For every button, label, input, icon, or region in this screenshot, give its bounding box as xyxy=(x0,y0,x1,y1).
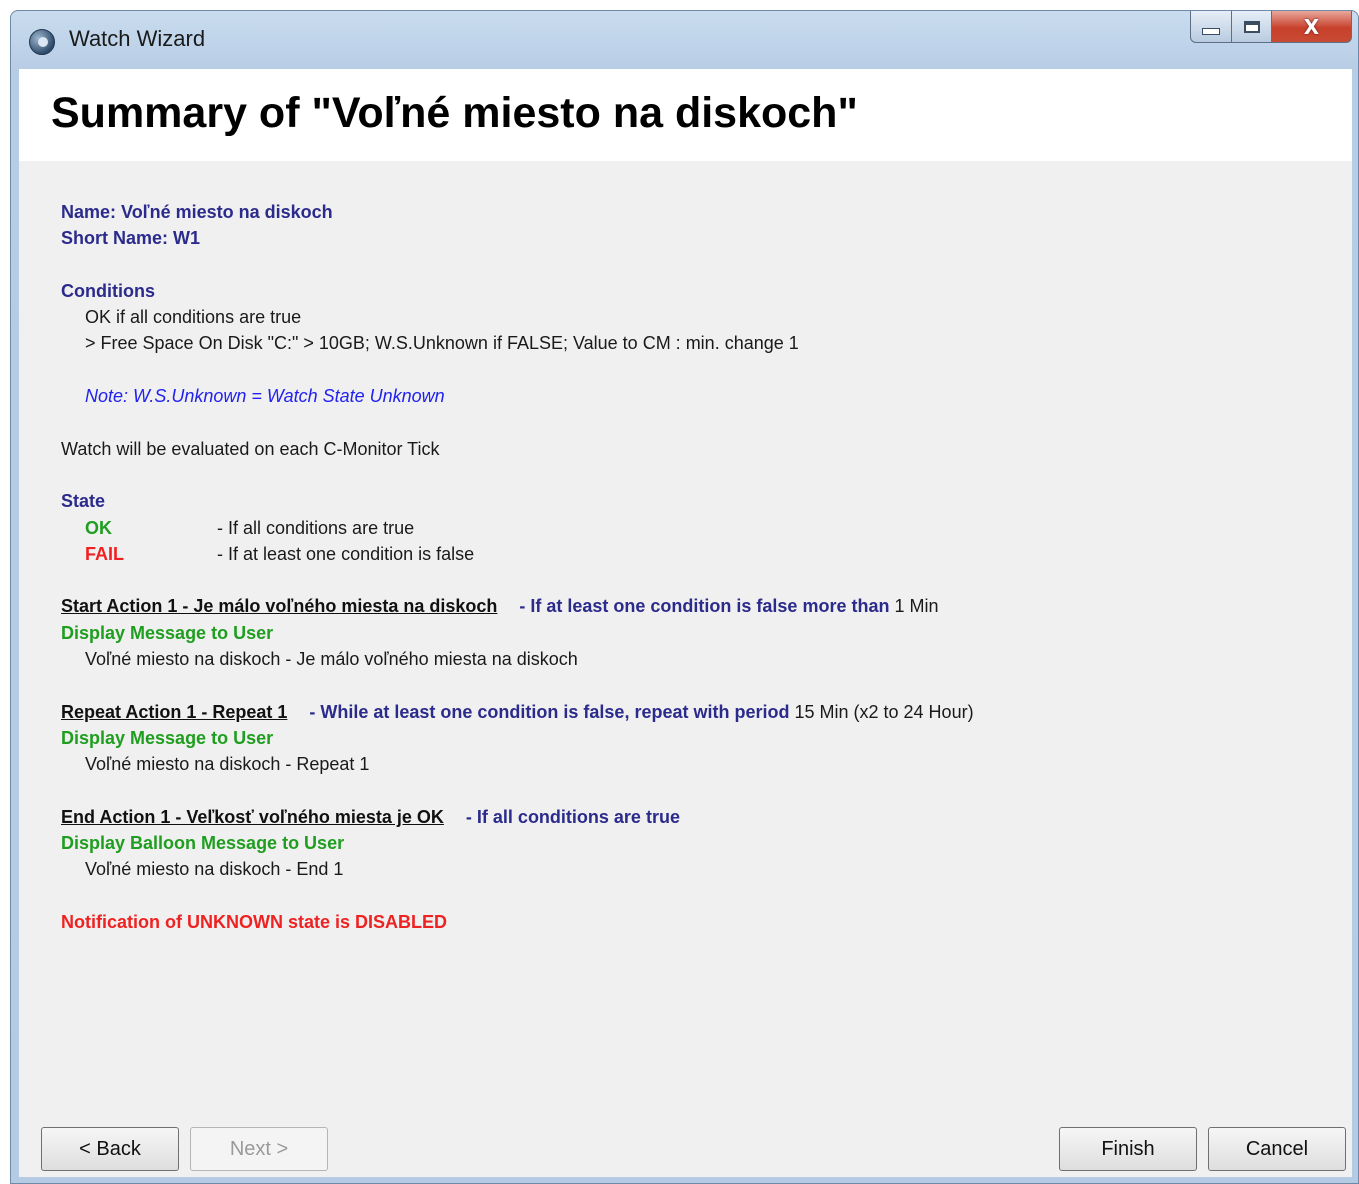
close-icon: X xyxy=(1303,14,1320,39)
start-action-row: Start Action 1 - Je málo voľného miesta … xyxy=(61,593,1331,619)
start-action-message: Voľné miesto na diskoch - Je málo voľnéh… xyxy=(85,649,578,670)
start-action-time: 1 Min xyxy=(894,596,939,617)
conditions-heading: Conditions xyxy=(61,280,155,301)
conditions-mode: OK if all conditions are true xyxy=(85,307,302,328)
wizard-client-area: Summary of "Voľné miesto na diskoch" Nam… xyxy=(19,69,1352,1177)
state-ok-description: - If all conditions are true xyxy=(217,517,415,538)
repeat-action-trigger: - While at least one condition is false,… xyxy=(309,701,790,722)
repeat-action-period: 15 Min (x2 to 24 Hour) xyxy=(794,701,974,722)
state-ok-label: OK xyxy=(85,517,112,538)
start-action-trigger: - If at least one condition is false mor… xyxy=(519,596,890,617)
maximize-icon xyxy=(1243,20,1260,33)
end-action-trigger: - If all conditions are true xyxy=(465,806,680,827)
cancel-button[interactable]: Cancel xyxy=(1208,1127,1346,1171)
start-action-type: Display Message to User xyxy=(61,622,274,643)
close-button[interactable]: X xyxy=(1272,11,1352,43)
state-fail-row: FAIL - If at least one condition is false xyxy=(61,541,1331,567)
next-button[interactable]: Next > xyxy=(190,1127,328,1171)
repeat-action-message: Voľné miesto na diskoch - Repeat 1 xyxy=(85,754,370,775)
end-action-title: End Action 1 - Veľkosť voľného miesta je… xyxy=(61,806,444,827)
window-title: Watch Wizard xyxy=(69,26,206,51)
end-action-type: Display Balloon Message to User xyxy=(61,833,345,854)
page-title: Summary of "Voľné miesto na diskoch" xyxy=(51,89,858,137)
title-bar[interactable]: Watch Wizard X xyxy=(11,11,1358,69)
state-heading: State xyxy=(61,491,106,512)
minimize-icon xyxy=(1202,28,1220,35)
end-action-message: Voľné miesto na diskoch - End 1 xyxy=(85,859,344,880)
start-action-title: Start Action 1 - Je málo voľného miesta … xyxy=(61,596,498,617)
repeat-action-row: Repeat Action 1 - Repeat 1 - While at lea… xyxy=(61,699,1331,725)
app-icon xyxy=(29,29,55,55)
evaluation-info: Watch will be evaluated on each C-Monito… xyxy=(61,438,440,459)
finish-button[interactable]: Finish xyxy=(1059,1127,1197,1171)
state-fail-label: FAIL xyxy=(85,543,124,564)
watch-short-name: Short Name: W1 xyxy=(61,228,201,249)
repeat-action-title: Repeat Action 1 - Repeat 1 xyxy=(61,701,288,722)
maximize-button[interactable] xyxy=(1232,11,1272,43)
minimize-button[interactable] xyxy=(1190,11,1232,43)
state-fail-description: - If at least one condition is false xyxy=(217,543,475,564)
end-action-row: End Action 1 - Veľkosť voľného miesta je… xyxy=(61,804,1331,830)
unknown-state-note: Note: W.S.Unknown = Watch State Unknown xyxy=(85,386,445,407)
condition-item: > Free Space On Disk "C:" > 10GB; W.S.Un… xyxy=(85,333,799,354)
repeat-action-type: Display Message to User xyxy=(61,727,274,748)
unknown-notification-status: Notification of UNKNOWN state is DISABLE… xyxy=(61,912,448,933)
watch-wizard-window: Watch Wizard X Summary of "Voľné miesto … xyxy=(10,10,1359,1184)
back-button[interactable]: < Back xyxy=(41,1127,179,1171)
wizard-header: Summary of "Voľné miesto na diskoch" xyxy=(19,69,1352,161)
summary-panel: Name: Voľné miesto na diskoch Short Name… xyxy=(61,199,1331,935)
state-ok-row: OK - If all conditions are true xyxy=(61,515,1331,541)
window-controls: X xyxy=(1190,11,1352,45)
watch-name: Name: Voľné miesto na diskoch xyxy=(61,202,333,222)
